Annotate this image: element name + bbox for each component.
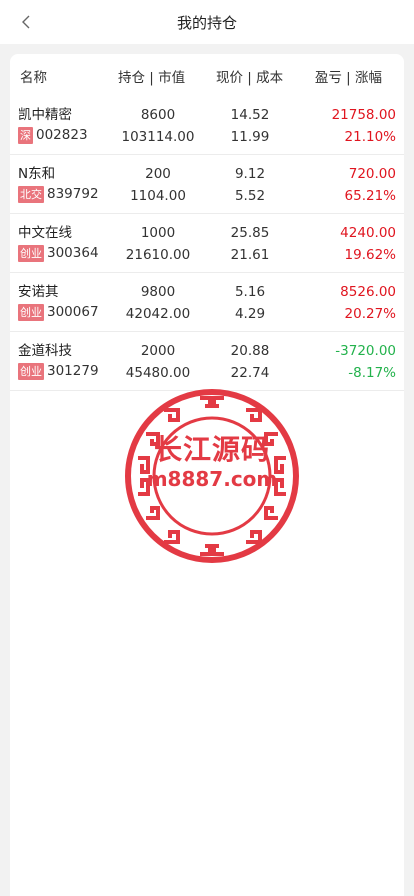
stock-name: 金道科技 <box>18 343 72 359</box>
current-price: 14.52 <box>230 107 270 123</box>
stock-code: 300067 <box>47 304 99 320</box>
current-price: 20.88 <box>230 343 270 359</box>
stock-code-group: 创业 300364 <box>18 244 99 262</box>
column-header-position: 持仓 | 市值 <box>118 70 186 86</box>
change-percent: 19.62% <box>344 247 396 263</box>
cost-price: 21.61 <box>230 247 270 263</box>
stock-code: 301279 <box>47 363 99 379</box>
pnl-value: 8526.00 <box>340 284 396 300</box>
stock-code-group: 创业 301279 <box>18 362 99 380</box>
cost-price: 4.29 <box>234 306 266 322</box>
stock-code-group: 创业 300067 <box>18 303 99 321</box>
table-row[interactable]: N东和 北交 839792 200 1104.00 9.12 5.52 720.00 65.21… <box>10 155 404 214</box>
stock-name: 安诺其 <box>18 284 59 300</box>
top-bar: 我的持仓 <box>0 0 414 44</box>
stock-name: 凯中精密 <box>18 107 72 123</box>
holdings-card: 名称 持仓 | 市值 现价 | 成本 盈亏 | 涨幅 凯中精密深 002823 86… <box>10 54 404 896</box>
column-header-price: 现价 | 成本 <box>216 70 284 86</box>
pnl-value: 720.00 <box>348 166 396 182</box>
cost-price: 11.99 <box>230 129 270 145</box>
stock-code-group: 北交 839792 <box>18 185 99 203</box>
current-price: 9.12 <box>234 166 266 182</box>
stock-code: 300364 <box>47 245 99 261</box>
change-percent: 21.10% <box>344 129 396 145</box>
change-percent: -8.17% <box>348 365 396 381</box>
market-tag: 创业 <box>18 362 44 380</box>
back-button[interactable] <box>14 10 38 34</box>
stock-code: 002823 <box>36 127 88 143</box>
holdings-list: 凯中精密深 002823 8600 103114.00 14.52 11.99 21758.… <box>10 96 404 391</box>
current-price: 25.85 <box>230 225 270 241</box>
change-percent: 65.21% <box>344 188 396 204</box>
cost-price: 5.52 <box>234 188 266 204</box>
market-tag: 深 <box>18 126 33 144</box>
stock-name: N东和 <box>18 166 56 182</box>
stock-code-group: 深 002823 <box>18 126 88 144</box>
market-tag: 北交 <box>18 185 44 203</box>
table-row[interactable]: 凯中精密深 002823 8600 103114.00 14.52 11.99 21758.… <box>10 96 404 155</box>
pnl-value: 4240.00 <box>340 225 396 241</box>
market-tag: 创业 <box>18 244 44 262</box>
change-percent: 20.27% <box>344 306 396 322</box>
chevron-left-icon <box>22 15 30 29</box>
table-row[interactable]: 金道科技 创业 301279 2000 45480.00 20.88 22.74 -3720.… <box>10 332 404 391</box>
cost-price: 22.74 <box>230 365 270 381</box>
pnl-value: -3720.00 <box>335 343 396 359</box>
table-row[interactable]: 安诺其 创业 300067 9800 42042.00 5.16 4.29 8526.00 20… <box>10 273 404 332</box>
table-header: 名称 持仓 | 市值 现价 | 成本 盈亏 | 涨幅 <box>10 54 404 96</box>
stock-code: 839792 <box>47 186 99 202</box>
table-row[interactable]: 中文在线 创业 300364 1000 21610.00 25.85 21.61 4240.0… <box>10 214 404 273</box>
market-tag: 创业 <box>18 303 44 321</box>
page-title: 我的持仓 <box>176 13 237 32</box>
pnl-value: 21758.00 <box>331 107 396 123</box>
column-header-pnl: 盈亏 | 涨幅 <box>314 70 382 86</box>
current-price: 5.16 <box>234 284 266 300</box>
stock-name: 中文在线 <box>18 225 72 241</box>
column-header-name: 名称 <box>20 70 47 86</box>
